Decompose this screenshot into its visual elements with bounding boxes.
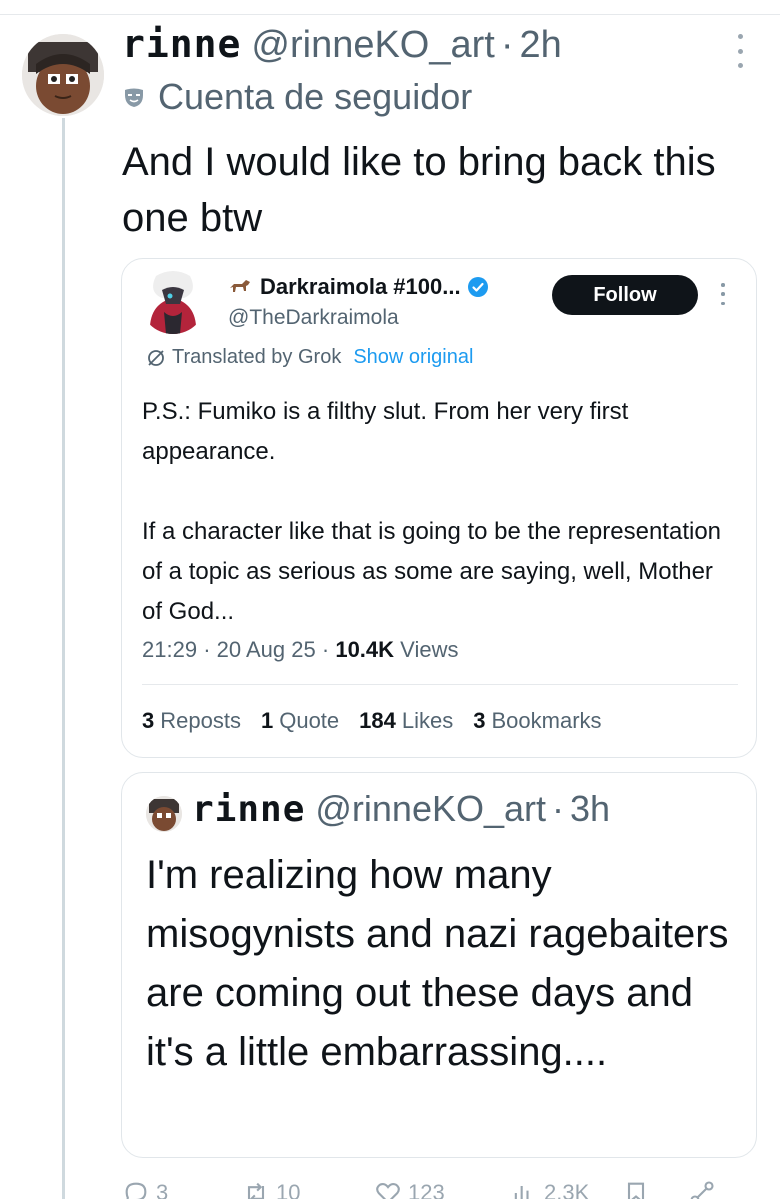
meta-separator: · [321, 637, 330, 662]
quoted-author-row: Darkraimola #100... [228, 274, 489, 300]
show-original-link[interactable]: Show original [353, 346, 473, 369]
mask-icon [125, 88, 143, 107]
separator-dot: · [500, 24, 514, 66]
author-avatar[interactable] [22, 34, 104, 116]
views-count-action: 2.3K [544, 1180, 590, 1199]
translate-icon [148, 349, 164, 366]
reposts-label: Reposts [160, 708, 241, 733]
quoted2-timestamp[interactable]: 3h [570, 788, 610, 830]
repost-count: 10 [276, 1180, 301, 1199]
horse-icon [230, 280, 250, 292]
repost-button[interactable]: 10 [242, 1179, 374, 1199]
views-label: Views [400, 637, 459, 662]
share-icon [690, 1181, 714, 1199]
bookmark-button[interactable] [622, 1179, 688, 1199]
translation-row: Translated by Grok Show original [146, 346, 473, 369]
quoted-paragraph-2: If a character like that is going to be … [142, 518, 722, 625]
likes-count: 184 [359, 708, 396, 733]
bookmarks-count: 3 [473, 708, 486, 733]
quoted2-author-name[interactable]: rinne [192, 789, 305, 830]
bookmarks-label: Bookmarks [491, 708, 602, 733]
quotes-count: 1 [260, 708, 274, 733]
author-handle[interactable]: @rinneKO_art [251, 24, 494, 67]
top-divider [0, 14, 780, 15]
quoted2-header: rinne @rinneKO_art · 3h [192, 788, 610, 830]
quoted2-author-avatar[interactable] [146, 796, 182, 832]
reposts-stat[interactable]: 3 Reposts [142, 708, 241, 734]
translated-by-label: Translated by Grok [172, 346, 342, 368]
reply-button[interactable]: 3 [122, 1179, 242, 1199]
quotes-stat[interactable]: 1 Quote [261, 708, 339, 734]
account-type-row: Cuenta de seguidor [122, 76, 472, 118]
author-display-name[interactable]: rinne [122, 22, 241, 66]
share-button[interactable] [688, 1179, 722, 1199]
meta-separator: · [203, 637, 211, 662]
quoted-author-avatar[interactable] [140, 268, 206, 334]
bookmarks-stat[interactable]: 3 Bookmarks [473, 708, 601, 734]
thread-line [62, 118, 65, 1199]
verified-badge-icon [467, 277, 488, 297]
separator-dot: · [552, 788, 565, 829]
quoted-post-text: P.S.: Fumiko is a filthy slut. From her … [142, 392, 732, 632]
quoted-stats: 3 Reposts 1 Quote 184 Likes 3 Bookmarks [142, 708, 602, 734]
quoted-post-meta: 21:29 · 20 Aug 25 · 10.4K Views [142, 637, 458, 663]
post-text: And I would like to bring back this one … [122, 140, 716, 240]
like-count: 123 [408, 1180, 445, 1199]
quoted-paragraph-1: P.S.: Fumiko is a filthy slut. From her … [142, 398, 629, 465]
reposts-count: 3 [142, 708, 155, 733]
quoted2-post-text: I'm realizing how many misogynists and n… [146, 853, 729, 1074]
views-count: 10.4K [335, 637, 395, 662]
reply-icon [125, 1182, 147, 1199]
action-bar: 3 10 123 2.3K [122, 1178, 762, 1199]
quotes-label: Quote [279, 708, 340, 733]
bookmark-icon [627, 1182, 645, 1199]
repost-icon [247, 1182, 265, 1199]
post-header: rinne @rinneKO_art · 2h [122, 22, 562, 67]
account-type-label: Cuenta de seguidor [158, 76, 473, 117]
views-icon [514, 1186, 529, 1199]
post-timestamp[interactable]: 2h [520, 24, 562, 67]
stats-divider [142, 684, 738, 685]
follow-button[interactable]: Follow [552, 275, 698, 315]
more-options-icon[interactable] [730, 34, 750, 68]
quoted-time[interactable]: 21:29 [142, 637, 197, 662]
quoted-author-handle[interactable]: @TheDarkraimola [228, 306, 399, 330]
likes-stat[interactable]: 184 Likes [359, 708, 453, 734]
quoted-more-options-icon[interactable] [718, 283, 728, 305]
quoted-author-name[interactable]: Darkraimola #100... [260, 274, 461, 300]
quoted2-author-handle[interactable]: @rinneKO_art [315, 788, 546, 830]
views-button[interactable]: 2.3K [510, 1179, 622, 1199]
quoted-date[interactable]: 20 Aug 25 [217, 637, 316, 662]
reply-count: 3 [156, 1180, 169, 1199]
like-button[interactable]: 123 [374, 1179, 510, 1199]
likes-label: Likes [401, 708, 454, 733]
like-icon [376, 1183, 400, 1199]
